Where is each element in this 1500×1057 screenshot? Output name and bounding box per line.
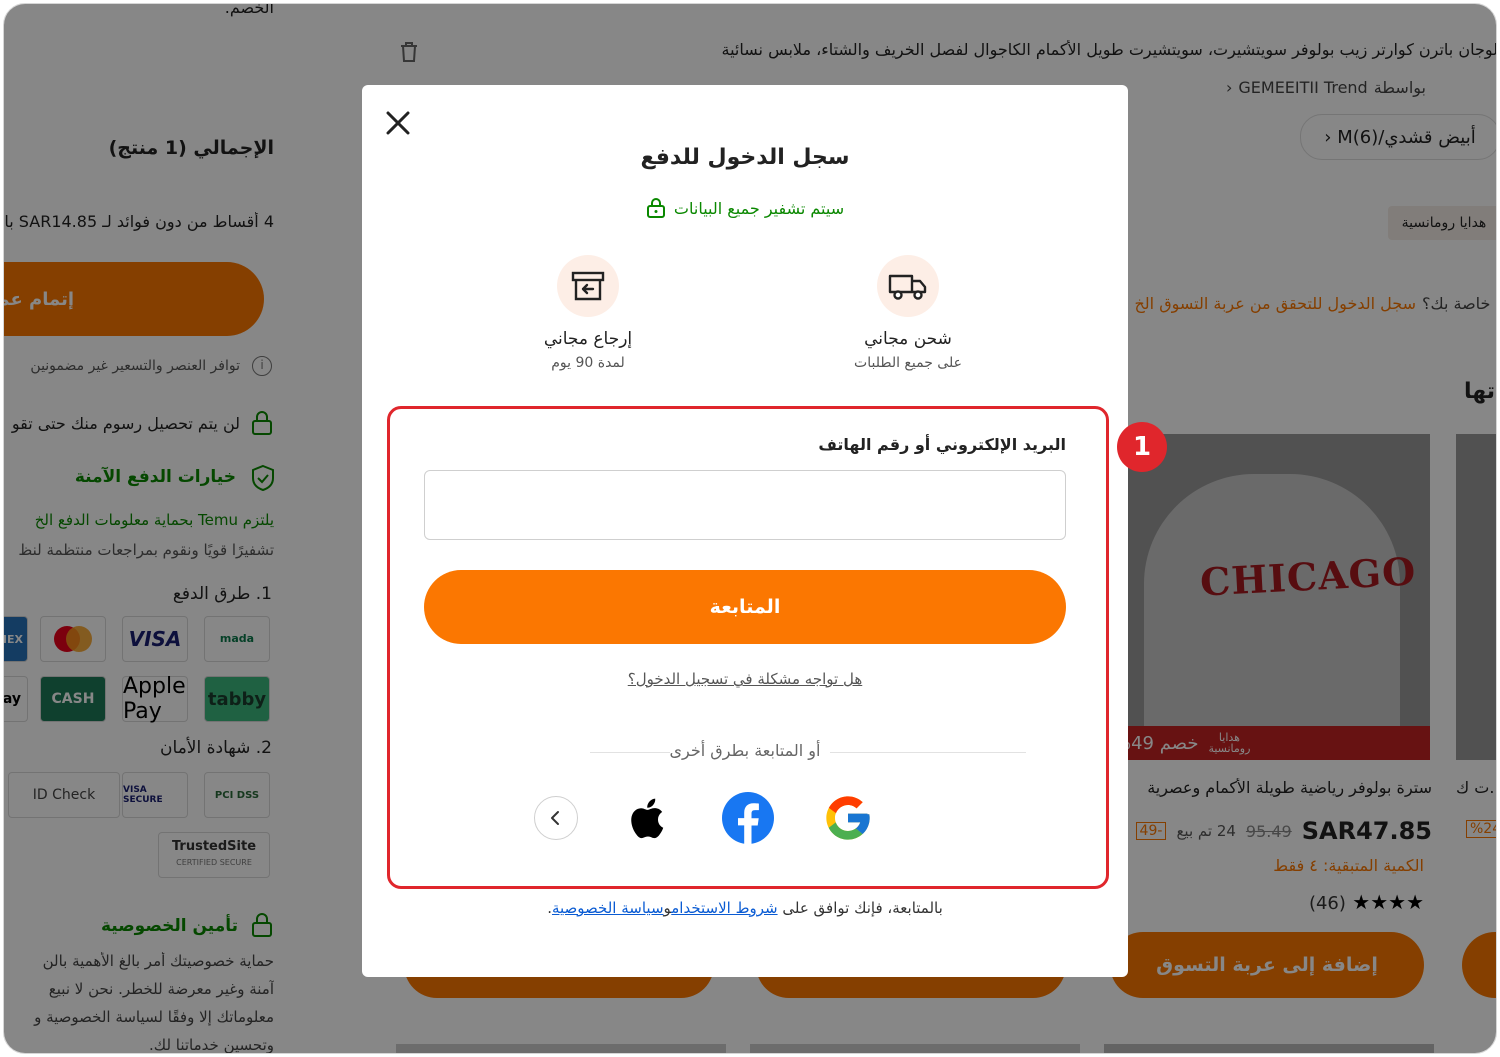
return-box-icon: [557, 255, 619, 317]
modal-title: سجل الدخول للدفع: [640, 145, 850, 170]
benefit-title: إرجاع مجاني: [543, 329, 633, 349]
secure-note: سيتم تشفير جميع البيانات: [362, 197, 1128, 219]
benefit-subtitle: لمدة 90 يوم: [551, 355, 625, 371]
terms-notice: بالمتابعة، فإنك توافق على شروط الاستخدام…: [362, 899, 1128, 917]
close-icon[interactable]: [382, 107, 414, 139]
secure-note-text: سيتم تشفير جميع البيانات: [673, 198, 845, 218]
privacy-policy-link[interactable]: سياسة الخصوصية: [552, 899, 664, 917]
truck-icon: [877, 255, 939, 317]
benefit-subtitle: على جميع الطلبات: [854, 355, 962, 371]
lock-icon: [646, 198, 665, 218]
step-number-badge: 1: [1117, 422, 1167, 472]
benefit-free-returns: إرجاع مجاني لمدة 90 يوم: [488, 255, 688, 371]
terms-of-use-link[interactable]: شروط الاستخدام: [671, 899, 777, 917]
benefit-free-shipping: شحن مجاني على جميع الطلبات: [808, 255, 1008, 371]
benefit-title: شحن مجاني: [864, 329, 952, 349]
browser-viewport: الخصم. الإجمالي (1 منتج) 4 أقساط من دون …: [3, 3, 1497, 1054]
annotation-highlight-box: [387, 406, 1109, 889]
terms-prefix: بالمتابعة، فإنك توافق على: [782, 899, 943, 917]
